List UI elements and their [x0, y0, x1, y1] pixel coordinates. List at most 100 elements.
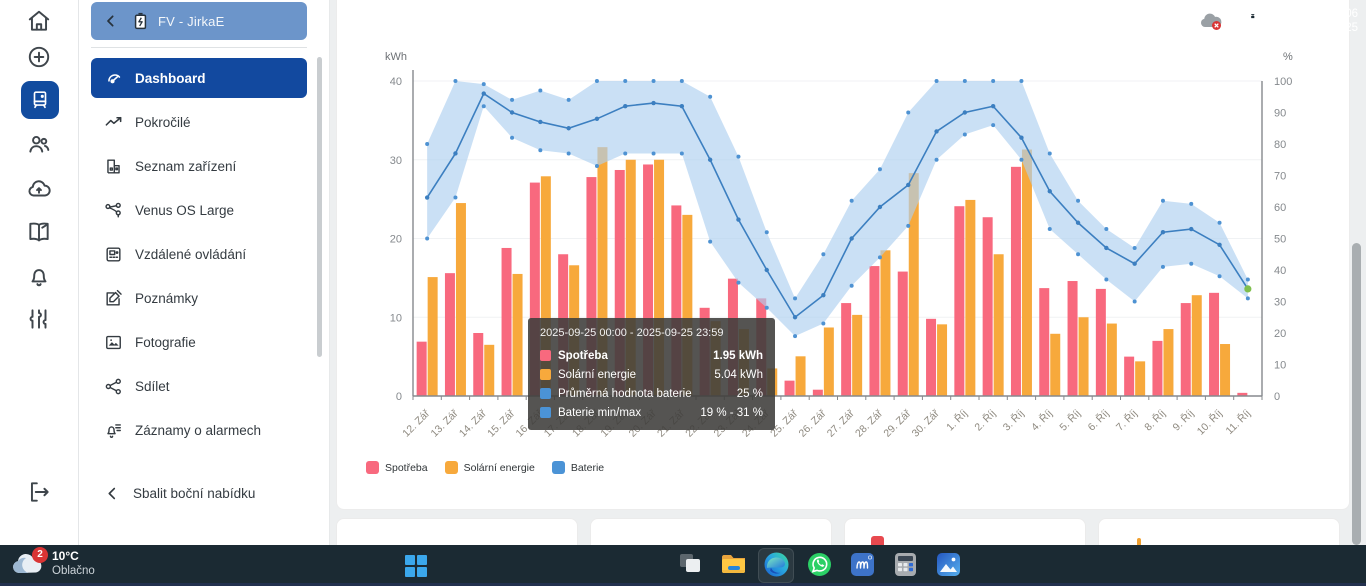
sidebar-item-label: Záznamy o alarmech [135, 423, 261, 438]
sidebar-item-fotografie[interactable]: Fotografie [91, 320, 307, 364]
svg-text:100: 100 [1274, 76, 1292, 88]
svg-text:10: 10 [390, 312, 402, 324]
volume-icon[interactable] [1269, 12, 1289, 30]
svg-text:30. Zář: 30. Zář [910, 407, 942, 439]
sidebar-item-zaznamy-o-alarmech[interactable]: Záznamy o alarmech [91, 408, 307, 452]
svg-text:90: 90 [1274, 108, 1286, 120]
battery-solar-chart[interactable]: 010203040kWh0102030405060708090100%12. Z… [336, 0, 1350, 512]
users-icon[interactable] [26, 131, 52, 157]
task-view-icon [677, 551, 703, 577]
whatsapp-icon [806, 551, 833, 578]
weather-temp: 10°C [52, 549, 95, 564]
sidebar-item-poznamky[interactable]: Poznámky [91, 276, 307, 320]
svg-text:7. Říj: 7. Říj [1113, 407, 1140, 434]
tooltip-swatch [540, 388, 551, 399]
legend-item-solarni-energie[interactable]: Solární energie [445, 461, 535, 474]
sidebar-item-venus-os[interactable]: Venus OS Large [91, 188, 307, 232]
sidebar-item-pokrocile[interactable]: Pokročilé [91, 100, 307, 144]
file-explorer-button[interactable] [720, 551, 748, 579]
system-tray: 8:06 11.10.2025 [1159, 0, 1358, 41]
legend-swatch-spotreba [366, 461, 379, 474]
chart-legend: Spotřeba Solární energie Baterie [366, 461, 604, 474]
svg-text:29. Zář: 29. Zář [881, 407, 913, 439]
svg-text:1. Říj: 1. Říj [943, 407, 970, 434]
alarm-log-icon [104, 421, 123, 440]
logout-icon[interactable] [26, 479, 52, 505]
legend-item-baterie[interactable]: Baterie [552, 461, 604, 474]
sidebar-item-label: Vzdálené ovládání [135, 247, 246, 262]
photo-icon [104, 333, 123, 352]
installations-active[interactable] [21, 81, 59, 119]
weather-widget[interactable]: 2 10°C Oblačno [10, 549, 95, 578]
legend-label: Solární energie [464, 462, 535, 474]
tooltip-row-battery-minmax: Baterie min/max19 % - 31 % [540, 403, 763, 422]
home-icon[interactable] [26, 8, 52, 34]
taskbar-clock[interactable]: 8:06 11.10.2025 [1301, 7, 1358, 35]
tray-chevron-up-icon[interactable] [1171, 13, 1187, 29]
sidebar-item-label: Fotografie [135, 335, 196, 350]
sidebar-item-label: Dashboard [135, 71, 206, 86]
icon-rail [0, 0, 79, 545]
svg-text:20: 20 [1274, 328, 1286, 340]
tooltip-date-range: 2025-09-25 00:00 - 2025-09-25 23:59 [540, 327, 763, 339]
sidebar-item-sdilet[interactable]: Sdílet [91, 364, 307, 408]
page-scrollbar[interactable] [1352, 243, 1361, 545]
svg-text:15. Zář: 15. Zář [485, 407, 517, 439]
photos-button[interactable] [935, 551, 963, 579]
remote-console-icon [104, 245, 123, 264]
collapse-sidebar-button[interactable]: Sbalit boční nabídku [91, 471, 307, 515]
task-view-button[interactable] [677, 551, 705, 579]
tooltip-swatch [540, 350, 551, 361]
installation-header-button[interactable]: FV - JirkaE [91, 2, 307, 40]
svg-text:12. Zář: 12. Zář [400, 407, 432, 439]
tooltip-swatch [540, 407, 551, 418]
vrm-app-button[interactable] [849, 551, 877, 579]
whatsapp-button[interactable] [806, 551, 834, 579]
legend-label: Baterie [571, 462, 604, 474]
sidebar-item-dashboard[interactable]: Dashboard [91, 58, 307, 98]
svg-text:30: 30 [1274, 297, 1286, 309]
svg-text:30: 30 [390, 155, 402, 167]
weather-badge: 2 [32, 547, 48, 563]
svg-text:4. Říj: 4. Říj [1028, 407, 1055, 434]
sidebar-scrollbar[interactable] [317, 57, 322, 357]
svg-text:9. Říj: 9. Říj [1170, 407, 1197, 434]
legend-label: Spotřeba [385, 462, 428, 474]
sidebar-item-seznam-zarizeni[interactable]: Seznam zařízení [91, 144, 307, 188]
sidebar-item-vzdalene-ovladani[interactable]: Vzdálené ovládání [91, 232, 307, 276]
notifications-icon[interactable] [26, 263, 52, 289]
svg-text:10. Říj: 10. Říj [1194, 407, 1225, 438]
legend-item-spotreba[interactable]: Spotřeba [366, 461, 428, 474]
sidebar-divider [91, 47, 307, 48]
trend-icon [104, 113, 123, 132]
svg-text:kWh: kWh [385, 51, 407, 63]
screen: FV - JirkaE Dashboard Pokročilé Seznam z… [0, 0, 1366, 586]
svg-text:2. Říj: 2. Říj [972, 407, 999, 434]
svg-text:3. Říj: 3. Říj [1000, 407, 1027, 434]
battery-charge-icon [133, 12, 148, 30]
svg-text:13. Zář: 13. Zář [429, 407, 461, 439]
network-icon[interactable] [1235, 12, 1257, 30]
edge-icon [763, 551, 790, 578]
nodes-icon [104, 201, 123, 220]
clock-time: 8:06 [1301, 7, 1358, 21]
svg-text:14. Zář: 14. Zář [457, 407, 489, 439]
add-installation-icon[interactable] [26, 44, 52, 70]
svg-text:0: 0 [1274, 391, 1280, 403]
sidebar-item-label: Sdílet [135, 379, 170, 394]
svg-text:10: 10 [1274, 360, 1286, 372]
chart-tooltip: 2025-09-25 00:00 - 2025-09-25 23:59 Spot… [528, 318, 775, 430]
calculator-button[interactable] [892, 551, 920, 579]
documentation-icon[interactable] [26, 219, 52, 245]
svg-text:27. Zář: 27. Zář [825, 407, 857, 439]
svg-text:26. Zář: 26. Zář [796, 407, 828, 439]
start-button[interactable] [405, 555, 427, 577]
svg-text:70: 70 [1274, 171, 1286, 183]
cloud-upload-icon[interactable] [26, 176, 52, 202]
svg-text:60: 60 [1274, 202, 1286, 214]
preferences-icon[interactable] [26, 306, 52, 332]
edge-button[interactable] [763, 551, 791, 579]
tooltip-row-spotreba: Spotřeba1.95 kWh [540, 346, 763, 365]
onedrive-error-icon[interactable] [1199, 11, 1223, 31]
chevron-left-icon[interactable] [103, 13, 119, 29]
